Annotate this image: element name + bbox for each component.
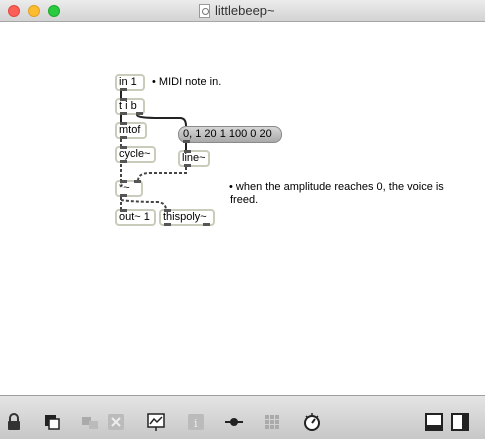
cord-line-mul: [137, 167, 187, 182]
object-line[interactable]: line~: [178, 150, 210, 167]
bottom-toolbar: i: [0, 395, 485, 439]
zoom-window-button[interactable]: [48, 5, 60, 17]
object-label: line~: [182, 152, 206, 164]
window-title: littlebeep~: [215, 3, 275, 18]
object-t-i-b[interactable]: t i b: [115, 98, 145, 115]
outlet[interactable]: [120, 88, 127, 91]
inlet[interactable]: [120, 98, 127, 101]
comment-line: freed.: [230, 194, 259, 206]
grid-icon[interactable]: [262, 412, 282, 432]
object-label: cycle~: [119, 148, 151, 160]
message-label: 0, 1 20 1 100 0 20: [183, 128, 272, 140]
inlet[interactable]: [120, 122, 127, 125]
object-thispoly[interactable]: thispoly~: [159, 209, 215, 226]
connect-icon[interactable]: [224, 412, 244, 432]
lock-icon[interactable]: [4, 412, 24, 432]
outlet[interactable]: [184, 164, 191, 167]
object-multiply-signal[interactable]: *~: [115, 180, 143, 197]
svg-text:i: i: [194, 417, 198, 430]
document-icon: [199, 4, 210, 18]
patcher-canvas[interactable]: in 1 • MIDI note in. t i b mtof 0, 1 20 …: [0, 22, 485, 395]
message-envelope[interactable]: 0, 1 20 1 100 0 20: [178, 126, 282, 143]
object-out[interactable]: out~ 1: [115, 209, 156, 226]
outlet[interactable]: [120, 112, 127, 115]
outlet[interactable]: [183, 140, 190, 143]
outlet[interactable]: [120, 160, 127, 163]
object-mtof[interactable]: mtof: [115, 122, 147, 139]
object-label: thispoly~: [163, 211, 207, 223]
presentation-view-icon[interactable]: [450, 412, 470, 432]
outlet[interactable]: [136, 112, 143, 115]
object-label: t i b: [119, 100, 137, 112]
inlet[interactable]: [120, 146, 127, 149]
inlet[interactable]: [164, 209, 171, 212]
object-label: in 1: [119, 76, 137, 88]
comment-midi-note: • MIDI note in.: [152, 76, 222, 88]
presentation-icon[interactable]: [146, 412, 166, 432]
inlet[interactable]: [120, 180, 127, 183]
group-icon[interactable]: [80, 412, 100, 432]
object-label: out~ 1: [119, 211, 150, 223]
object-label: *~: [119, 182, 130, 194]
delete-icon[interactable]: [106, 412, 126, 432]
title-bar: littlebeep~: [0, 0, 485, 22]
minimize-window-button[interactable]: [28, 5, 40, 17]
comment-line: • when the amplitude reaches 0, the voic…: [229, 181, 444, 193]
new-object-icon[interactable]: [42, 412, 62, 432]
object-in-1[interactable]: in 1: [115, 74, 145, 91]
clue-icon[interactable]: [302, 412, 322, 432]
object-cycle[interactable]: cycle~: [115, 146, 156, 163]
outlet[interactable]: [203, 223, 210, 226]
close-window-button[interactable]: [8, 5, 20, 17]
inspector-icon[interactable]: i: [186, 412, 206, 432]
patcher-view-icon[interactable]: [424, 412, 444, 432]
comment-amplitude: • when the amplitude reaches 0, the voic…: [229, 181, 444, 207]
outlet[interactable]: [120, 136, 127, 139]
outlet[interactable]: [120, 194, 127, 197]
inlet[interactable]: [120, 209, 127, 212]
inlet[interactable]: [134, 180, 141, 183]
outlet[interactable]: [164, 223, 171, 226]
inlet[interactable]: [184, 150, 191, 153]
object-label: mtof: [119, 124, 141, 136]
patch-cords: [120, 90, 187, 211]
